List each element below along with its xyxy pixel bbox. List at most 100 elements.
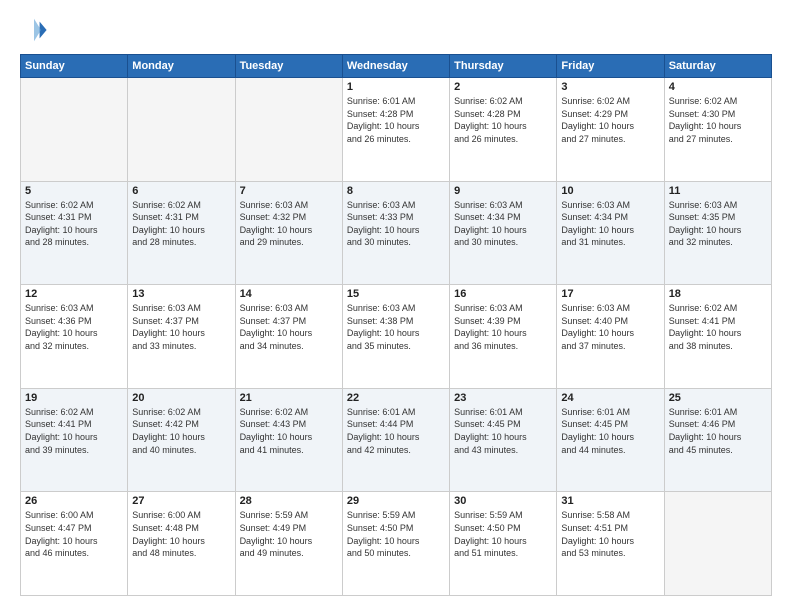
calendar-cell: 25Sunrise: 6:01 AM Sunset: 4:46 PM Dayli… xyxy=(664,388,771,492)
day-number: 14 xyxy=(240,288,338,300)
day-number: 22 xyxy=(347,392,445,404)
day-info: Sunrise: 6:03 AM Sunset: 4:34 PM Dayligh… xyxy=(561,199,659,249)
day-number: 19 xyxy=(25,392,123,404)
day-info: Sunrise: 6:00 AM Sunset: 4:48 PM Dayligh… xyxy=(132,509,230,559)
calendar-week-row: 19 Sunrise: 6:02 AM Sunset: 4:41 PM Dayli… xyxy=(21,388,772,492)
calendar-cell: 17 Sunrise: 6:03 AM Sunset: 4:40 PM Dayli… xyxy=(557,285,664,389)
day-info: Sunrise: 6:01 AM Sunset: 4:44 PM Dayligh… xyxy=(347,406,445,456)
day-number: 28 xyxy=(240,495,338,507)
day-number: 8 xyxy=(347,185,445,197)
calendar-cell: 11Sunrise: 6:03 AM Sunset: 4:35 PM Dayli… xyxy=(664,181,771,285)
day-info: Sunrise: 6:00 AM Sunset: 4:47 PM Dayligh… xyxy=(25,509,123,559)
day-info: Sunrise: 6:02 AM Sunset: 4:41 PM Dayligh… xyxy=(669,302,767,352)
weekday-wednesday: Wednesday xyxy=(342,55,449,78)
day-info: Sunrise: 6:01 AM Sunset: 4:45 PM Dayligh… xyxy=(454,406,552,456)
day-number: 27 xyxy=(132,495,230,507)
day-info: Sunrise: 6:03 AM Sunset: 4:37 PM Dayligh… xyxy=(132,302,230,352)
day-info: Sunrise: 6:01 AM Sunset: 4:46 PM Dayligh… xyxy=(669,406,767,456)
day-info: Sunrise: 6:03 AM Sunset: 4:35 PM Dayligh… xyxy=(669,199,767,249)
day-number: 26 xyxy=(25,495,123,507)
calendar-cell: 2 Sunrise: 6:02 AM Sunset: 4:28 PM Daylig… xyxy=(450,78,557,182)
calendar-cell: 13 Sunrise: 6:03 AM Sunset: 4:37 PM Dayli… xyxy=(128,285,235,389)
calendar-cell xyxy=(21,78,128,182)
calendar-cell: 22 Sunrise: 6:01 AM Sunset: 4:44 PM Dayli… xyxy=(342,388,449,492)
calendar-cell: 27 Sunrise: 6:00 AM Sunset: 4:48 PM Dayli… xyxy=(128,492,235,596)
weekday-saturday: Saturday xyxy=(664,55,771,78)
day-number: 30 xyxy=(454,495,552,507)
day-info: Sunrise: 5:59 AM Sunset: 4:50 PM Dayligh… xyxy=(454,509,552,559)
logo xyxy=(20,16,52,44)
day-info: Sunrise: 6:02 AM Sunset: 4:29 PM Dayligh… xyxy=(561,95,659,145)
calendar-cell xyxy=(664,492,771,596)
calendar-cell: 15Sunrise: 6:03 AM Sunset: 4:38 PM Dayli… xyxy=(342,285,449,389)
day-info: Sunrise: 5:59 AM Sunset: 4:49 PM Dayligh… xyxy=(240,509,338,559)
day-info: Sunrise: 6:03 AM Sunset: 4:36 PM Dayligh… xyxy=(25,302,123,352)
calendar-cell: 23 Sunrise: 6:01 AM Sunset: 4:45 PM Dayli… xyxy=(450,388,557,492)
day-info: Sunrise: 6:01 AM Sunset: 4:28 PM Dayligh… xyxy=(347,95,445,145)
day-info: Sunrise: 6:03 AM Sunset: 4:37 PM Dayligh… xyxy=(240,302,338,352)
calendar-cell: 28 Sunrise: 5:59 AM Sunset: 4:49 PM Dayli… xyxy=(235,492,342,596)
weekday-monday: Monday xyxy=(128,55,235,78)
day-number: 12 xyxy=(25,288,123,300)
weekday-tuesday: Tuesday xyxy=(235,55,342,78)
calendar-cell: 24 Sunrise: 6:01 AM Sunset: 4:45 PM Dayli… xyxy=(557,388,664,492)
page: SundayMondayTuesdayWednesdayThursdayFrid… xyxy=(0,0,792,612)
day-info: Sunrise: 6:03 AM Sunset: 4:40 PM Dayligh… xyxy=(561,302,659,352)
day-number: 20 xyxy=(132,392,230,404)
day-info: Sunrise: 6:02 AM Sunset: 4:30 PM Dayligh… xyxy=(669,95,767,145)
day-number: 16 xyxy=(454,288,552,300)
calendar-cell: 16 Sunrise: 6:03 AM Sunset: 4:39 PM Dayli… xyxy=(450,285,557,389)
day-number: 9 xyxy=(454,185,552,197)
day-number: 3 xyxy=(561,81,659,93)
calendar-cell: 1Sunrise: 6:01 AM Sunset: 4:28 PM Daylig… xyxy=(342,78,449,182)
day-number: 13 xyxy=(132,288,230,300)
day-info: Sunrise: 6:01 AM Sunset: 4:45 PM Dayligh… xyxy=(561,406,659,456)
calendar-cell: 14 Sunrise: 6:03 AM Sunset: 4:37 PM Dayli… xyxy=(235,285,342,389)
day-number: 17 xyxy=(561,288,659,300)
day-info: Sunrise: 6:02 AM Sunset: 4:31 PM Dayligh… xyxy=(132,199,230,249)
calendar-cell: 31 Sunrise: 5:58 AM Sunset: 4:51 PM Dayli… xyxy=(557,492,664,596)
day-info: Sunrise: 6:02 AM Sunset: 4:41 PM Dayligh… xyxy=(25,406,123,456)
calendar-week-row: 1Sunrise: 6:01 AM Sunset: 4:28 PM Daylig… xyxy=(21,78,772,182)
day-number: 23 xyxy=(454,392,552,404)
weekday-sunday: Sunday xyxy=(21,55,128,78)
calendar-cell: 8Sunrise: 6:03 AM Sunset: 4:33 PM Daylig… xyxy=(342,181,449,285)
calendar-cell: 12 Sunrise: 6:03 AM Sunset: 4:36 PM Dayli… xyxy=(21,285,128,389)
day-info: Sunrise: 6:03 AM Sunset: 4:39 PM Dayligh… xyxy=(454,302,552,352)
calendar-cell: 7Sunrise: 6:03 AM Sunset: 4:32 PM Daylig… xyxy=(235,181,342,285)
weekday-thursday: Thursday xyxy=(450,55,557,78)
calendar-cell: 30 Sunrise: 5:59 AM Sunset: 4:50 PM Dayli… xyxy=(450,492,557,596)
weekday-friday: Friday xyxy=(557,55,664,78)
day-info: Sunrise: 6:03 AM Sunset: 4:32 PM Dayligh… xyxy=(240,199,338,249)
day-number: 6 xyxy=(132,185,230,197)
day-info: Sunrise: 6:02 AM Sunset: 4:31 PM Dayligh… xyxy=(25,199,123,249)
calendar-cell: 5 Sunrise: 6:02 AM Sunset: 4:31 PM Daylig… xyxy=(21,181,128,285)
calendar-cell: 6 Sunrise: 6:02 AM Sunset: 4:31 PM Daylig… xyxy=(128,181,235,285)
day-info: Sunrise: 6:02 AM Sunset: 4:28 PM Dayligh… xyxy=(454,95,552,145)
header xyxy=(20,16,772,44)
calendar-cell: 10 Sunrise: 6:03 AM Sunset: 4:34 PM Dayli… xyxy=(557,181,664,285)
day-number: 29 xyxy=(347,495,445,507)
calendar-cell: 19 Sunrise: 6:02 AM Sunset: 4:41 PM Dayli… xyxy=(21,388,128,492)
calendar-cell: 4 Sunrise: 6:02 AM Sunset: 4:30 PM Daylig… xyxy=(664,78,771,182)
day-info: Sunrise: 6:02 AM Sunset: 4:43 PM Dayligh… xyxy=(240,406,338,456)
calendar-table: SundayMondayTuesdayWednesdayThursdayFrid… xyxy=(20,54,772,596)
calendar-cell: 9Sunrise: 6:03 AM Sunset: 4:34 PM Daylig… xyxy=(450,181,557,285)
weekday-header-row: SundayMondayTuesdayWednesdayThursdayFrid… xyxy=(21,55,772,78)
calendar-week-row: 12 Sunrise: 6:03 AM Sunset: 4:36 PM Dayli… xyxy=(21,285,772,389)
day-info: Sunrise: 5:58 AM Sunset: 4:51 PM Dayligh… xyxy=(561,509,659,559)
calendar-cell: 18Sunrise: 6:02 AM Sunset: 4:41 PM Dayli… xyxy=(664,285,771,389)
calendar-week-row: 5 Sunrise: 6:02 AM Sunset: 4:31 PM Daylig… xyxy=(21,181,772,285)
day-info: Sunrise: 6:03 AM Sunset: 4:38 PM Dayligh… xyxy=(347,302,445,352)
day-number: 2 xyxy=(454,81,552,93)
day-number: 5 xyxy=(25,185,123,197)
calendar-cell: 20Sunrise: 6:02 AM Sunset: 4:42 PM Dayli… xyxy=(128,388,235,492)
calendar-cell: 29Sunrise: 5:59 AM Sunset: 4:50 PM Dayli… xyxy=(342,492,449,596)
calendar-cell: 26 Sunrise: 6:00 AM Sunset: 4:47 PM Dayli… xyxy=(21,492,128,596)
day-number: 31 xyxy=(561,495,659,507)
day-number: 10 xyxy=(561,185,659,197)
day-number: 4 xyxy=(669,81,767,93)
calendar-cell xyxy=(128,78,235,182)
day-number: 24 xyxy=(561,392,659,404)
calendar-cell: 3 Sunrise: 6:02 AM Sunset: 4:29 PM Daylig… xyxy=(557,78,664,182)
